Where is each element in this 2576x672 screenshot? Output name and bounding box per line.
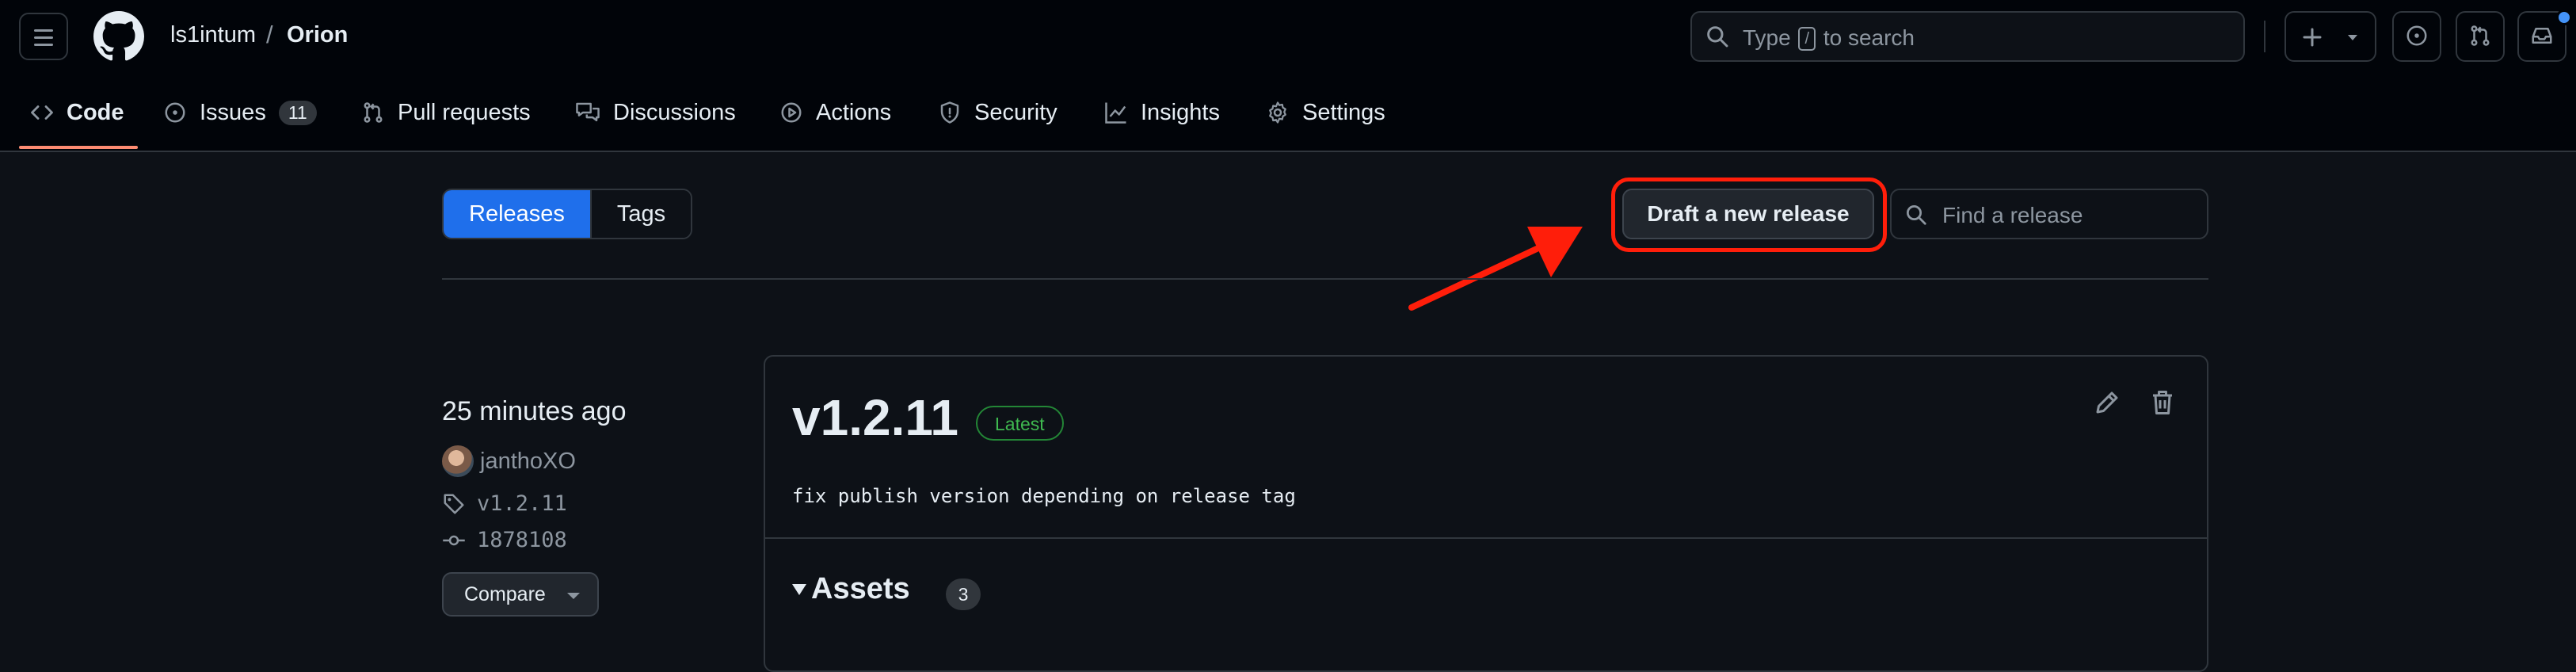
tab-actions[interactable]: Actions [779,97,891,128]
issue-opened-icon [165,102,185,123]
your-issues-button[interactable] [2392,11,2441,62]
repo-name-link[interactable]: Orion [287,22,348,48]
code-icon [31,105,53,120]
top-bar: ls1intum / Orion Type / to search [0,0,2576,73]
find-release-input[interactable]: Find a release [1890,189,2208,239]
menu-button[interactable] [19,13,68,60]
pencil-icon[interactable] [2093,388,2121,417]
tab-settings-label: Settings [1302,99,1385,125]
git-pull-request-icon [2471,25,2490,46]
author-name: janthoXO [480,448,576,474]
tab-pull-requests[interactable]: Pull requests [361,97,531,128]
repo-owner-link[interactable]: ls1intum [170,22,256,48]
tab-discussions-label: Discussions [613,99,736,125]
release-commit-label: 1878108 [477,528,567,552]
search-input[interactable]: Type / to search [1690,11,2245,62]
tab-insights[interactable]: Insights [1104,97,1220,128]
release-author[interactable]: janthoXO [442,445,576,477]
release-commit-link[interactable]: 1878108 [442,528,567,552]
triangle-down-icon [2348,35,2357,40]
release-card: v1.2.11 Latest fix publish version depen… [764,355,2208,672]
avatar [442,445,474,477]
releases-tags-toggle: Releases Tags [442,189,693,239]
tab-discussions[interactable]: Discussions [575,97,736,128]
card-divider [765,537,2207,539]
gear-icon [1269,101,1286,124]
draft-new-release-button[interactable]: Draft a new release [1622,189,1874,239]
tags-tab-button[interactable]: Tags [589,190,692,238]
play-icon [781,102,802,123]
releases-tab-button[interactable]: Releases [444,190,590,238]
issues-count-badge: 11 [278,100,317,125]
compare-button[interactable]: Compare [442,572,599,617]
tab-security[interactable]: Security [938,97,1057,128]
comment-discussion-icon [576,102,600,122]
latest-badge: Latest [976,406,1064,441]
your-pull-requests-button[interactable] [2456,11,2505,62]
notification-indicator [2556,10,2572,25]
shield-icon [940,101,959,124]
section-divider [442,278,2208,280]
triangle-down-icon [792,583,806,595]
assets-label: Assets [811,572,910,605]
trash-icon[interactable] [2148,388,2177,417]
tag-icon [444,494,464,514]
release-title[interactable]: v1.2.11 [792,388,958,447]
app-header: ls1intum / Orion Type / to search Code I… [0,0,2576,152]
breadcrumb-separator: / [266,21,273,48]
search-shortcut-key: / [1798,27,1816,51]
tab-actions-label: Actions [816,99,892,125]
repo-nav: Code Issues 11 Pull requests Discussions… [0,76,2576,151]
issue-opened-icon [2406,25,2427,46]
plus-icon [2303,28,2322,47]
release-notes: fix publish version depending on release… [792,485,1296,507]
git-pull-request-icon [364,102,383,123]
tab-insights-label: Insights [1141,99,1220,125]
release-tag-link[interactable]: v1.2.11 [442,491,567,516]
annotation-arrow [1408,227,1583,311]
search-icon [1707,26,1728,48]
release-tag-label: v1.2.11 [477,491,567,516]
tab-settings[interactable]: Settings [1266,97,1385,128]
graph-icon [1105,102,1126,124]
triangle-down-icon [567,593,580,599]
tab-code[interactable]: Code [30,97,124,128]
tab-issues[interactable]: Issues 11 [163,97,317,128]
assets-count-badge: 3 [946,578,981,610]
assets-toggle[interactable]: Assets [792,572,910,606]
compare-label: Compare [464,583,546,605]
inbox-icon [2532,28,2552,44]
search-icon [1907,205,1926,225]
release-time: 25 minutes ago [442,396,627,426]
git-commit-icon [443,535,465,545]
header-divider [2264,21,2265,52]
tab-security-label: Security [974,99,1057,125]
create-new-button[interactable] [2284,11,2376,62]
tab-pull-requests-label: Pull requests [398,99,531,125]
search-placeholder: Type / to search [1743,25,1915,51]
github-logo-icon[interactable] [93,11,144,62]
tab-issues-label: Issues [200,99,266,125]
find-release-placeholder: Find a release [1942,203,2083,227]
tab-code-label: Code [67,99,124,125]
active-tab-underline [19,146,138,149]
